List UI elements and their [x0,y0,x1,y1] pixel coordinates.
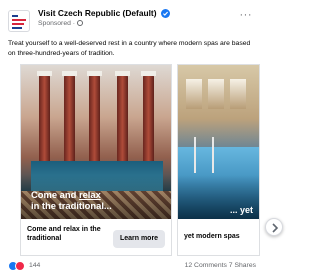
reaction-count[interactable]: 144 [29,262,40,269]
card-2-title[interactable]: yet modern spas [184,233,240,240]
verified-badge-icon [161,9,170,18]
post-footer: 144 12 Comments 7 Shares [8,261,256,273]
ad-carousel: Come and relax in the traditional... Com… [20,64,283,258]
sponsored-label: Sponsored · [38,20,84,27]
page-name-link[interactable]: Visit Czech Republic (Default) [38,8,157,18]
carousel-card-2[interactable]: ... yet yet modern spas [177,64,260,256]
learn-more-button[interactable]: Learn more [113,230,165,248]
spa-columns-image[interactable]: Come and relax in the traditional... [21,65,171,219]
sponsored-text: Sponsored · [38,20,76,27]
post-caption: Treat yourself to a well-deserved rest i… [8,40,251,57]
page-avatar[interactable] [8,10,30,32]
chevron-right-icon [272,223,279,233]
carousel-card-1[interactable]: Come and relax in the traditional... Com… [20,64,172,256]
spa-pool-image[interactable]: ... yet [178,65,259,219]
more-options-icon[interactable]: ··· [240,9,253,21]
sponsored-post: Visit Czech Republic (Default) Sponsored… [0,0,283,276]
comments-shares-link[interactable]: 12 Comments 7 Shares [185,262,256,269]
card-2-overlay-text: ... yet [229,205,253,215]
post-header: Visit Czech Republic (Default) Sponsored… [8,8,252,34]
card-1-title[interactable]: Come and relax in the traditional [27,225,117,243]
globe-icon [77,20,84,26]
card-1-overlay-text: Come and relax in the traditional... [31,189,112,211]
carousel-next-button[interactable] [265,218,283,236]
love-icon[interactable] [15,261,25,271]
